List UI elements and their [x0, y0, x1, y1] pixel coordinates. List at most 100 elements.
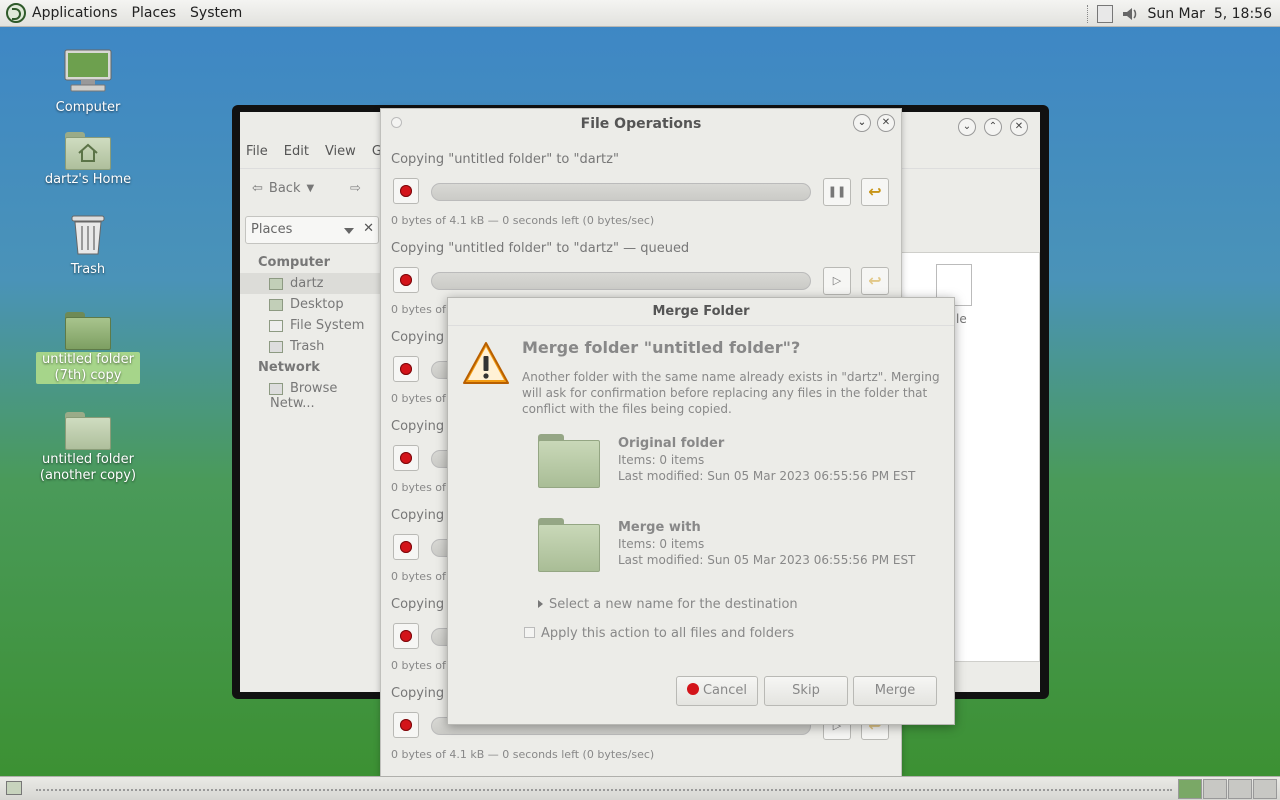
stop-button[interactable]	[393, 712, 419, 738]
sidebar-item-desktop[interactable]: Desktop	[240, 294, 380, 315]
window-menu-icon[interactable]	[391, 117, 402, 128]
stop-button[interactable]	[393, 445, 419, 471]
apply-all-label: Apply this action to all files and folde…	[541, 626, 795, 641]
sidebar-item-trash[interactable]: Trash	[240, 336, 380, 357]
desktop-icon-home[interactable]: dartz's Home	[28, 132, 148, 188]
desktop-icon-trash[interactable]: Trash	[28, 212, 148, 278]
menu-system[interactable]: System	[190, 5, 242, 21]
new-name-expander[interactable]: Select a new name for the destination	[538, 597, 798, 612]
home-icon	[269, 278, 283, 290]
workspace-2[interactable]	[1203, 779, 1227, 799]
forward-arrow-icon: ⇨	[350, 181, 361, 196]
cancel-button[interactable]: Cancel	[676, 676, 758, 706]
desktop-icon-untitled-folder-7th-copy[interactable]: untitled folder (7th) copy	[28, 312, 148, 384]
desktop-icon-label: Computer	[55, 100, 121, 115]
merge-dialog-heading: Merge folder "untitled folder"?	[522, 338, 801, 357]
original-folder-items: Items: 0 items	[618, 453, 705, 467]
stop-button[interactable]	[393, 534, 419, 560]
back-button[interactable]: ⇦ Back ▼	[252, 181, 314, 196]
stop-button[interactable]	[393, 267, 419, 293]
desktop-icon-label: untitled folder (another copy)	[39, 452, 137, 483]
pause-button[interactable]: ❚❚	[823, 178, 851, 206]
tray-separator	[1087, 4, 1089, 23]
cancel-icon	[686, 683, 699, 695]
file-operations-titlebar[interactable]: File Operations ⌄ ✕	[381, 109, 901, 139]
sidebar-item-dartz[interactable]: dartz	[240, 273, 380, 294]
bottom-panel	[0, 776, 1280, 800]
folder-icon	[65, 412, 111, 450]
window-list[interactable]	[36, 789, 1172, 792]
folder-icon	[65, 312, 111, 350]
expander-label: Select a new name for the destination	[549, 597, 798, 612]
maximize-button[interactable]: ⌃	[984, 118, 1002, 136]
menu-file[interactable]: File	[246, 144, 268, 159]
apply-all-checkbox[interactable]: Apply this action to all files and folde…	[524, 626, 794, 641]
trash-small-icon	[269, 341, 283, 353]
drive-icon	[269, 320, 283, 332]
file-operations-title: File Operations	[580, 116, 702, 132]
sidebar-header-computer: Computer	[258, 255, 331, 270]
desktop-icon-computer[interactable]: Computer	[28, 48, 148, 116]
home-folder-icon	[65, 132, 111, 170]
menu-view[interactable]: View	[325, 144, 356, 159]
folder-icon	[538, 518, 600, 572]
top-panel: Applications Places System Sun Mar 5, 18…	[0, 0, 1280, 27]
forward-button[interactable]: ⇨	[350, 181, 361, 196]
merge-with-items: Items: 0 items	[618, 537, 705, 551]
menu-applications[interactable]: Applications	[32, 5, 118, 21]
original-folder-name: Original folder	[618, 436, 725, 451]
sidebar: Computer dartz Desktop File System Trash…	[240, 252, 380, 414]
stop-button[interactable]	[393, 178, 419, 204]
sidebar-item-file-system[interactable]: File System	[240, 315, 380, 336]
workspace-4[interactable]	[1253, 779, 1277, 799]
close-sidebar-icon[interactable]: ✕	[363, 221, 374, 236]
operation-item: Copying "untitled folder" to "dartz" ❚❚ …	[391, 152, 896, 232]
merge-button[interactable]: Merge	[853, 676, 937, 706]
progress-bar	[431, 272, 811, 290]
sidebar-item-browse-network[interactable]: Browse Netw...	[240, 378, 380, 414]
resume-button[interactable]: ▷	[823, 267, 851, 295]
file-manager-menubar: File Edit View Go	[246, 144, 390, 159]
desktop-icon	[269, 299, 283, 311]
merge-dialog-title[interactable]: Merge Folder	[448, 298, 954, 326]
expander-arrow-icon	[538, 600, 543, 608]
skip-button[interactable]: Skip	[764, 676, 848, 706]
places-selector[interactable]: Places ✕	[245, 216, 379, 244]
merge-with-name: Merge with	[618, 520, 701, 535]
undo-button[interactable]: ↩	[861, 267, 889, 295]
checkbox-box[interactable]	[524, 627, 535, 638]
system-tray: Sun Mar 5, 18:56	[1087, 0, 1272, 27]
network-icon[interactable]	[1097, 4, 1114, 23]
menu-places[interactable]: Places	[132, 5, 177, 21]
network-small-icon	[269, 383, 283, 395]
minimize-button[interactable]: ⌄	[958, 118, 976, 136]
close-button[interactable]: ✕	[1010, 118, 1028, 136]
back-dropdown-icon[interactable]: ▼	[306, 183, 314, 194]
trash-icon	[71, 215, 105, 255]
places-label: Places	[251, 222, 293, 237]
operation-status: 0 bytes of 4.1 kB — 0 seconds left (0 by…	[391, 214, 655, 227]
workspace-3[interactable]	[1228, 779, 1252, 799]
original-folder-info: Original folder Items: 0 items Last modi…	[538, 434, 918, 494]
minimize-button[interactable]: ⌄	[853, 114, 871, 132]
operation-status: 0 bytes of 4.1 kB — 0 seconds left (0 by…	[391, 748, 655, 761]
volume-icon[interactable]	[1121, 5, 1139, 23]
operation-label: Copying "untitled folder" to "dartz"	[391, 152, 619, 167]
show-desktop-icon[interactable]	[6, 781, 22, 795]
clock[interactable]: Sun Mar 5, 18:56	[1147, 6, 1272, 22]
workspace-1[interactable]	[1178, 779, 1202, 799]
distro-logo-icon[interactable]	[6, 3, 26, 23]
progress-bar	[431, 183, 811, 201]
desktop-icon-label: Trash	[70, 262, 106, 277]
merge-with-folder-info: Merge with Items: 0 items Last modified:…	[538, 518, 918, 578]
sidebar-header-network: Network	[258, 360, 320, 375]
chevron-down-icon	[344, 228, 354, 234]
operation-label: Copying "untitled folder" to "dartz" — q…	[391, 241, 690, 256]
undo-button[interactable]: ↩	[861, 178, 889, 206]
stop-button[interactable]	[393, 623, 419, 649]
close-button[interactable]: ✕	[877, 114, 895, 132]
stop-button[interactable]	[393, 356, 419, 382]
menu-edit[interactable]: Edit	[284, 144, 309, 159]
desktop-icon-untitled-folder-another-copy[interactable]: untitled folder (another copy)	[28, 412, 148, 484]
warning-icon	[463, 342, 509, 384]
